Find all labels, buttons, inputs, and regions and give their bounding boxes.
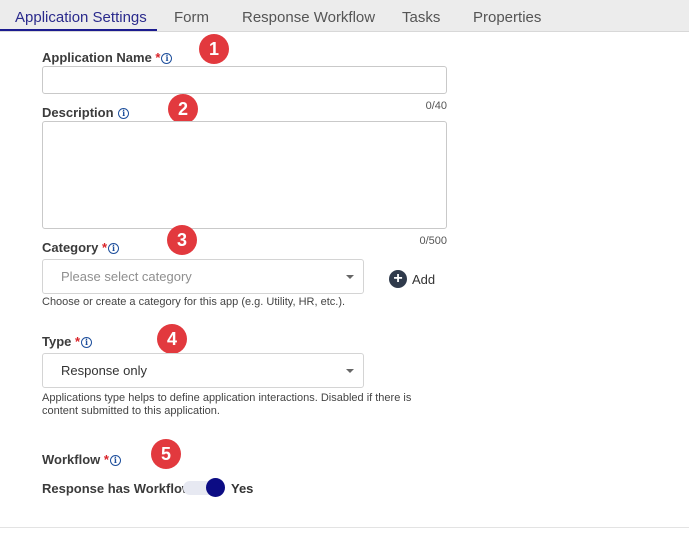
required-asterisk: * [101,240,108,255]
required-asterisk: * [75,334,81,349]
toggle-state-text: Yes [231,481,254,496]
info-icon[interactable]: i [108,243,120,254]
info-icon[interactable]: i [161,53,173,64]
category-label-text: Category [42,240,99,255]
category-placeholder: Please select category [61,269,192,284]
description-textarea[interactable] [42,121,447,229]
tab-tasks[interactable]: Tasks [402,0,440,31]
category-select[interactable]: Please select category [42,259,364,294]
type-hint-line-2: content submitted to this application. [42,405,220,417]
description-label: Description i [42,105,130,120]
type-label-text: Type [42,334,72,349]
application-name-label-text: Application Name [42,50,152,65]
tab-response-workflow[interactable]: Response Workflow [242,0,375,31]
plus-circle-icon: + [389,270,407,288]
category-hint: Choose or create a category for this app… [42,296,346,308]
info-icon[interactable]: i [81,337,93,348]
type-selected-value: Response only [61,363,147,378]
type-label: Type * i [42,334,93,349]
tab-properties[interactable]: Properties [473,0,541,31]
required-asterisk: * [103,452,109,467]
marker-5: 5 [151,439,181,469]
marker-3: 3 [167,225,197,255]
tab-application-settings[interactable]: Application Settings [15,0,147,31]
add-button-label: Add [412,272,436,287]
active-tab-indicator [0,29,157,31]
bottom-divider [0,527,689,528]
workflow-label: Workflow * i [42,452,121,467]
application-name-label: Application Name * i [42,50,173,65]
marker-2: 2 [168,94,198,124]
type-select[interactable]: Response only [42,353,364,388]
response-workflow-toggle-label: Response has Workflow [42,481,193,496]
type-hint-line-1: Applications type helps to define applic… [42,392,412,404]
description-label-text: Description [42,105,114,120]
workflow-label-text: Workflow [42,452,101,467]
required-asterisk: * [155,50,161,65]
marker-4: 4 [157,324,187,354]
category-label: Category * i [42,240,120,255]
description-counter: 0/500 [419,235,447,247]
info-icon[interactable]: i [118,108,130,119]
marker-1: 1 [199,34,229,64]
chevron-down-icon [346,369,354,373]
tab-form[interactable]: Form [174,0,209,31]
response-workflow-toggle[interactable] [183,478,225,498]
chevron-down-icon [346,275,354,279]
info-icon[interactable]: i [109,455,121,466]
tab-bar: Application Settings Form Response Workf… [0,0,689,32]
toggle-knob [206,478,225,497]
application-name-input[interactable] [42,66,447,94]
application-name-counter: 0/40 [425,100,447,112]
